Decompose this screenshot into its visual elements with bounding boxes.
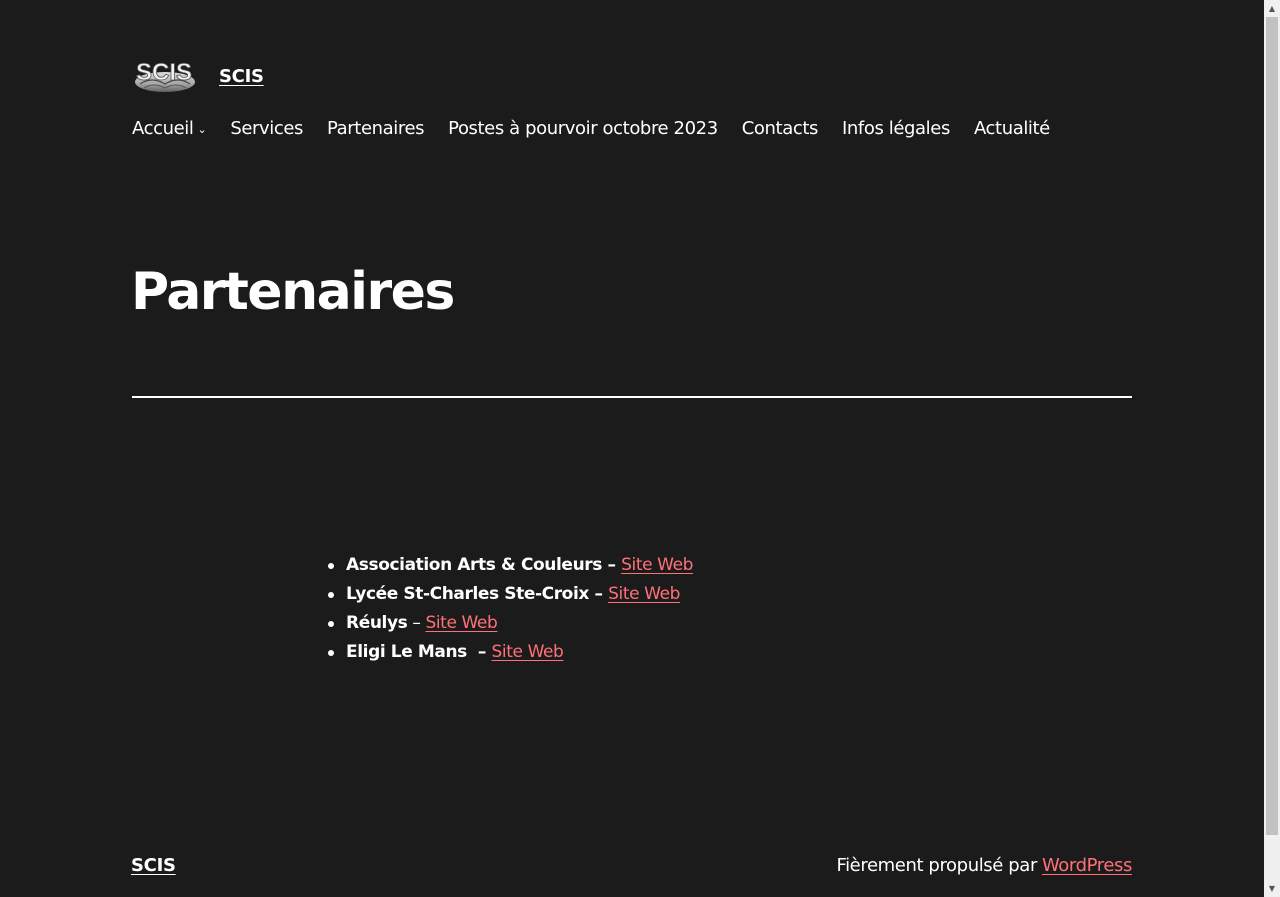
site-logo[interactable]: SCIS [132, 58, 196, 94]
nav-item-actualite[interactable]: Actualité [974, 118, 1050, 139]
partner-website-link[interactable]: Site Web [608, 580, 680, 609]
partners-list: Association Arts & Couleurs – Site Web L… [328, 551, 693, 667]
scroll-up-arrow-icon[interactable]: ▲ [1264, 0, 1280, 17]
separator: – [601, 555, 622, 575]
partner-website-link[interactable]: Site Web [492, 638, 564, 667]
partner-name: Association Arts & Couleurs [346, 555, 602, 575]
bullet-icon [328, 562, 334, 569]
bullet-icon [328, 620, 334, 627]
page: SCIS SCIS Accueil ⌄ Services Partenaires… [0, 0, 1264, 897]
scrollbar-thumb[interactable] [1266, 17, 1278, 835]
separator: – [588, 584, 609, 604]
nav-item-postes[interactable]: Postes à pourvoir octobre 2023 [448, 118, 718, 139]
title-divider [132, 396, 1132, 398]
nav-item-label: Accueil [132, 118, 194, 139]
main-navigation: Accueil ⌄ Services Partenaires Postes à … [132, 118, 1050, 139]
site-title-link[interactable]: SCIS [219, 66, 264, 87]
footer-site-title-link[interactable]: SCIS [131, 855, 176, 876]
wordpress-link[interactable]: WordPress [1042, 855, 1132, 876]
nav-item-services[interactable]: Services [230, 118, 303, 139]
logo-text: SCIS [136, 59, 192, 86]
partner-website-link[interactable]: Site Web [425, 609, 497, 638]
nav-item-contacts[interactable]: Contacts [742, 118, 819, 139]
list-item: Eligi Le Mans – Site Web [328, 638, 693, 667]
nav-item-infos-legales[interactable]: Infos légales [842, 118, 950, 139]
partner-name: Lycée St-Charles Ste-Croix [346, 584, 589, 604]
list-item: Réulys – Site Web [328, 609, 693, 638]
bullet-icon [328, 649, 334, 656]
vertical-scrollbar[interactable]: ▲ ▼ [1264, 0, 1280, 897]
page-title: Partenaires [131, 262, 455, 322]
powered-by: Fièrement propulsé par WordPress [836, 855, 1132, 876]
scroll-down-arrow-icon[interactable]: ▼ [1264, 880, 1280, 897]
partner-name: Eligi Le Mans [346, 642, 467, 662]
bullet-icon [328, 591, 334, 598]
list-item: Association Arts & Couleurs – Site Web [328, 551, 693, 580]
partner-website-link[interactable]: Site Web [621, 551, 693, 580]
nav-item-accueil[interactable]: Accueil ⌄ [132, 118, 207, 139]
separator: – [407, 613, 426, 633]
powered-by-text: Fièrement propulsé par [836, 855, 1037, 876]
partner-name: Réulys [346, 613, 408, 633]
nav-item-partenaires[interactable]: Partenaires [327, 118, 425, 139]
separator: – [466, 642, 492, 662]
list-item: Lycée St-Charles Ste-Croix – Site Web [328, 580, 693, 609]
chevron-down-icon[interactable]: ⌄ [197, 123, 206, 136]
